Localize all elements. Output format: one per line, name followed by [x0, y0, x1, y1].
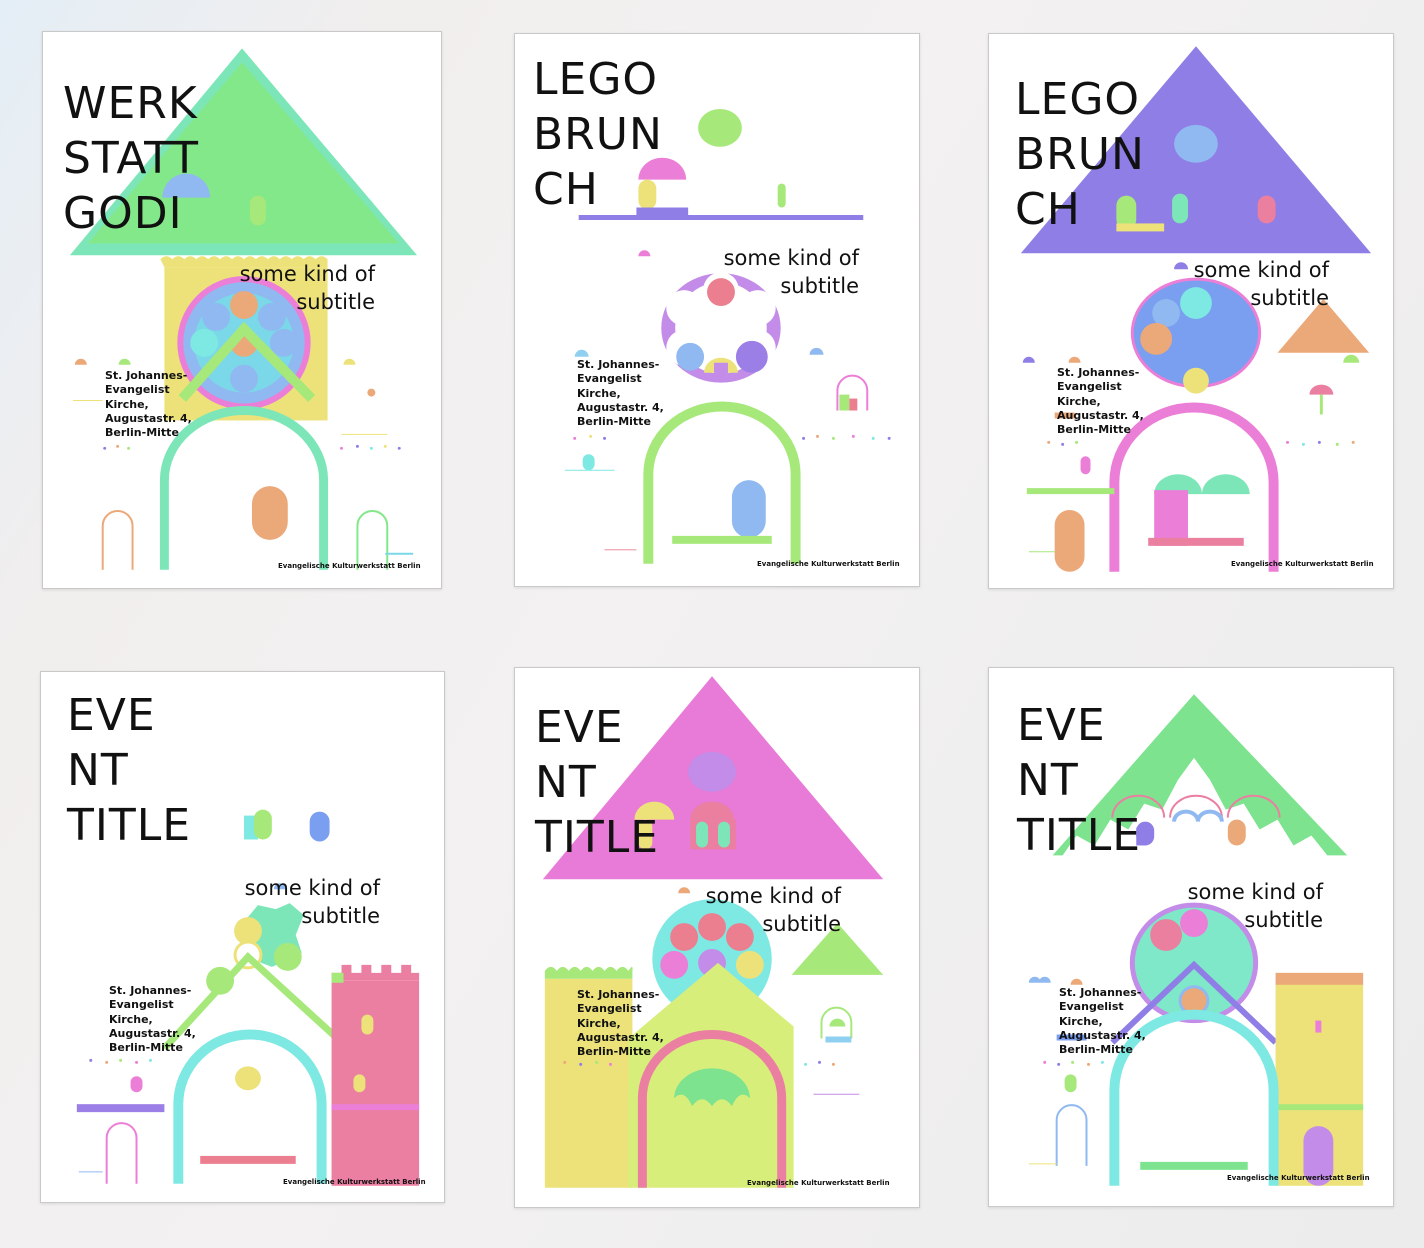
event-subtitle: some kind of subtitle	[244, 876, 380, 929]
organizer-footer: Evangelische Kulturwerkstatt Berlin	[278, 562, 421, 570]
event-subtitle: some kind of subtitle	[723, 246, 859, 299]
organizer-footer: Evangelische Kulturwerkstatt Berlin	[283, 1178, 426, 1186]
event-title: LEGO BRUN CH	[533, 54, 663, 215]
event-title: EVE NT TITLE	[67, 690, 192, 851]
event-address: St. Johannes- Evangelist Kirche, Augusta…	[109, 984, 196, 1055]
event-address: St. Johannes- Evangelist Kirche, Augusta…	[577, 358, 664, 429]
event-title: WERK STATT GODI	[63, 78, 200, 239]
event-address: St. Johannes- Evangelist Kirche, Augusta…	[105, 369, 192, 440]
poster-event-title-magenta[interactable]: EVE NT TITLE some kind of subtitle St. J…	[514, 667, 920, 1208]
event-subtitle: some kind of subtitle	[1187, 880, 1323, 933]
event-title: EVE NT TITLE	[535, 702, 660, 863]
event-title: EVE NT TITLE	[1017, 700, 1142, 861]
event-address: St. Johannes- Evangelist Kirche, Augusta…	[577, 988, 664, 1059]
event-address: St. Johannes- Evangelist Kirche, Augusta…	[1059, 986, 1146, 1057]
poster-werkstatt-godi[interactable]: WERK STATT GODI some kind of subtitle St…	[42, 31, 442, 589]
organizer-footer: Evangelische Kulturwerkstatt Berlin	[1231, 560, 1374, 568]
organizer-footer: Evangelische Kulturwerkstatt Berlin	[1227, 1174, 1370, 1182]
event-title: LEGO BRUN CH	[1015, 74, 1145, 235]
event-subtitle: some kind of subtitle	[239, 262, 375, 315]
organizer-footer: Evangelische Kulturwerkstatt Berlin	[747, 1179, 890, 1187]
poster-event-title-tower[interactable]: EVE NT TITLE some kind of subtitle St. J…	[40, 671, 445, 1203]
organizer-footer: Evangelische Kulturwerkstatt Berlin	[757, 560, 900, 568]
event-subtitle: some kind of subtitle	[705, 884, 841, 937]
event-subtitle: some kind of subtitle	[1193, 258, 1329, 311]
poster-lego-brunch-white[interactable]: LEGO BRUN CH some kind of subtitle St. J…	[514, 33, 920, 587]
poster-lego-brunch-purple[interactable]: LEGO BRUN CH some kind of subtitle St. J…	[988, 33, 1394, 589]
poster-event-title-mint[interactable]: EVE NT TITLE some kind of subtitle St. J…	[988, 667, 1394, 1207]
event-address: St. Johannes- Evangelist Kirche, Augusta…	[1057, 366, 1144, 437]
